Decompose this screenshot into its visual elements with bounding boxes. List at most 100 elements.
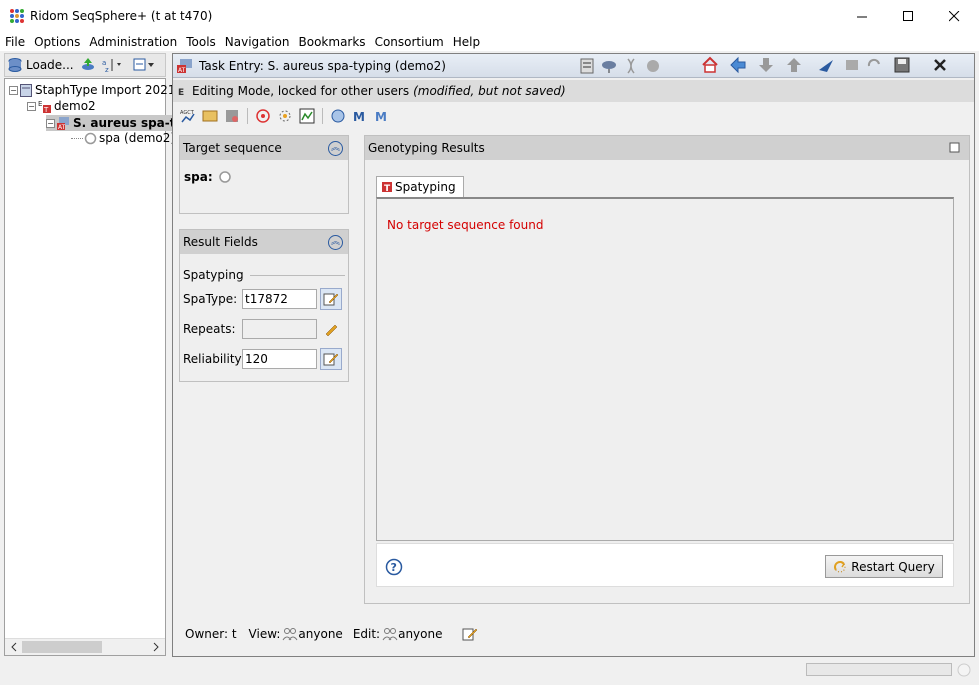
collapse-up-icon[interactable]: ︽ [328, 140, 343, 156]
scroll-left-icon[interactable] [9, 642, 19, 652]
collapse-icon[interactable]: − [9, 85, 18, 95]
view-options-icon[interactable] [133, 57, 157, 73]
m-logo-alt-icon[interactable]: M [373, 107, 391, 125]
target-sequence-box: Target sequence ︽ spa: [179, 135, 349, 214]
scroll-right-icon[interactable] [151, 642, 161, 652]
menu-bar: File Options Administration Tools Naviga… [0, 32, 979, 51]
spatyping-tab-content: No target sequence found [376, 197, 954, 541]
repeats-row: Repeats: [183, 318, 342, 340]
edit-mode-icon: E [178, 88, 184, 97]
menu-administration[interactable]: Administration [84, 35, 181, 49]
status-dot-icon[interactable] [644, 57, 662, 75]
edit-spatype-button[interactable] [320, 288, 342, 310]
tree-node-demo2[interactable]: − ET demo2 [27, 99, 96, 113]
up-arrow-icon[interactable] [785, 56, 803, 74]
send-icon[interactable] [817, 56, 835, 74]
result-fields-box: Result Fields ︽ Spatyping SpaType: Repea… [179, 229, 349, 382]
spatyping-section-label: Spatyping [183, 268, 244, 282]
result-fields-title: Result Fields [183, 235, 258, 249]
svg-text:AT: AT [178, 67, 186, 74]
view-label: View: [248, 627, 281, 641]
action-toolbar: AGCT M M [173, 104, 974, 128]
menu-navigation[interactable]: Navigation [220, 35, 294, 49]
collapse-up-icon[interactable]: ︽ [328, 234, 343, 250]
app-icon [10, 9, 24, 23]
menu-options[interactable]: Options [29, 35, 84, 49]
target-icon[interactable] [254, 107, 272, 125]
reliability-row: Reliability: [183, 348, 342, 370]
repeats-field[interactable] [242, 319, 317, 339]
refresh-db-icon[interactable] [79, 57, 97, 73]
minimize-button[interactable] [839, 0, 885, 32]
dna-icon[interactable] [622, 57, 640, 75]
sort-icon[interactable]: az [101, 57, 123, 73]
edit-repeats-button[interactable] [320, 318, 342, 340]
svg-text:T: T [384, 184, 391, 192]
close-task-icon[interactable] [931, 56, 949, 74]
help-icon[interactable]: ? [385, 558, 403, 576]
chart-icon[interactable] [298, 107, 316, 125]
svg-text:AT: AT [58, 124, 66, 130]
sample-icon: ET [38, 100, 51, 113]
import-icon[interactable] [223, 107, 241, 125]
menu-help[interactable]: Help [448, 35, 484, 49]
close-window-button[interactable] [931, 0, 977, 32]
edit-label: Edit: [352, 627, 381, 641]
collapse-icon[interactable]: − [27, 101, 36, 111]
transfer-icon[interactable] [201, 107, 219, 125]
edit-reliability-button[interactable] [320, 348, 342, 370]
svg-text:E: E [178, 88, 184, 97]
reliability-field[interactable] [242, 349, 317, 369]
task-entry-panel: AT Task Entry: S. aureus spa-typing (dem… [172, 53, 975, 657]
title-bar: Ridom SeqSphere+ (t at t470) [0, 0, 979, 32]
edit-pencil-icon [323, 293, 339, 306]
scroll-thumb[interactable] [22, 641, 102, 653]
tree-node-spa[interactable]: spa (demo2) [71, 131, 175, 145]
task-icon: AT [177, 58, 192, 74]
window-title: Ridom SeqSphere+ (t at t470) [30, 9, 213, 23]
m-logo-icon[interactable]: M [351, 107, 369, 125]
star-icon[interactable] [276, 107, 294, 125]
tab-spatyping[interactable]: T Spatyping [376, 176, 464, 197]
menu-file[interactable]: File [0, 35, 29, 49]
users-icon [283, 628, 298, 641]
network-icon[interactable] [600, 57, 618, 75]
status-indicator-icon [957, 663, 971, 677]
print-icon[interactable] [843, 56, 861, 74]
empty-circle-icon [218, 171, 231, 183]
save-icon[interactable] [893, 56, 911, 74]
collapse-icon[interactable]: − [46, 118, 55, 128]
sync-icon[interactable] [865, 56, 883, 74]
tree-node-spa-typing-selected[interactable]: − AT S. aureus spa-t [46, 115, 180, 131]
spatype-field[interactable] [242, 289, 317, 309]
task-header: AT Task Entry: S. aureus spa-typing (dem… [173, 54, 974, 78]
tree-node-import[interactable]: − StaphType Import 2021-1 [9, 83, 187, 97]
sequence-icon[interactable] [578, 57, 596, 75]
back-arrow-icon[interactable] [729, 56, 747, 74]
maximize-panel-icon[interactable] [949, 142, 961, 154]
svg-text:T: T [43, 106, 49, 113]
globe-icon[interactable] [329, 107, 347, 125]
editing-mode-status: (modified, but not saved) [413, 84, 566, 98]
menu-bookmarks[interactable]: Bookmarks [294, 35, 370, 49]
task-title: Task Entry: S. aureus spa-typing (demo2) [199, 58, 446, 73]
down-arrow-icon[interactable] [757, 56, 775, 74]
left-panel: Loade... az − StaphType Import 2021-1 − … [4, 53, 187, 657]
restart-query-button[interactable]: Restart Query [825, 555, 943, 578]
edit-permissions-icon[interactable] [462, 626, 478, 642]
agct-icon[interactable]: AGCT [179, 107, 197, 125]
genotyping-results-title: Genotyping Results [368, 141, 485, 155]
editing-mode-text: Editing Mode, locked for other users [192, 84, 410, 98]
spatype-row: SpaType: [183, 288, 342, 310]
restart-icon [834, 560, 846, 572]
home-icon[interactable] [701, 56, 719, 74]
loaded-label[interactable]: Loade... [26, 58, 74, 72]
edit-value: anyone [398, 627, 443, 641]
maximize-button[interactable] [885, 0, 931, 32]
spa-label: spa: [184, 170, 213, 184]
left-toolbar: Loade... az [4, 53, 166, 77]
horizontal-scrollbar[interactable] [5, 638, 165, 655]
menu-tools[interactable]: Tools [181, 35, 220, 49]
reliability-label: Reliability: [183, 352, 245, 366]
menu-consortium[interactable]: Consortium [370, 35, 448, 49]
